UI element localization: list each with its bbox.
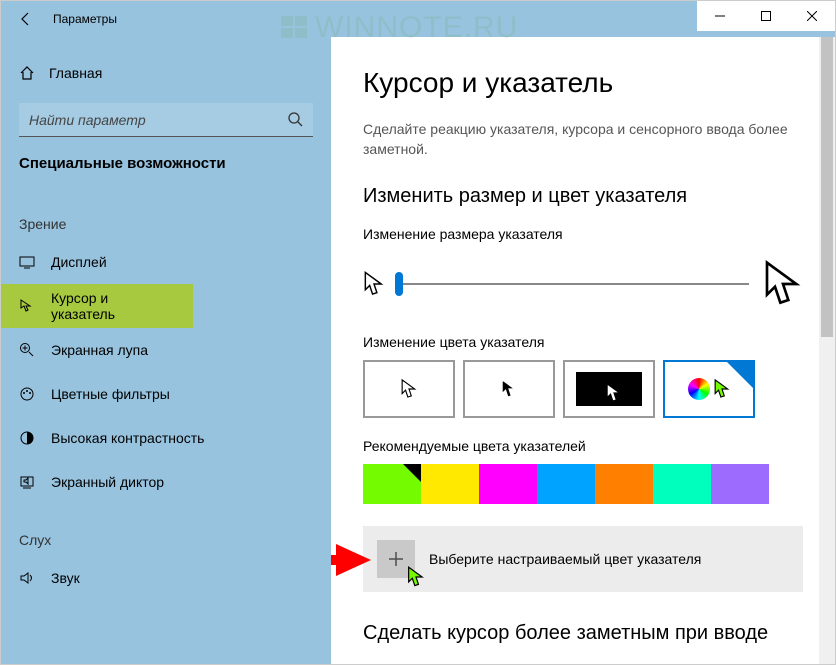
narrator-icon — [19, 474, 35, 490]
page-title: Курсор и указатель — [363, 67, 803, 99]
pointer-size-label: Изменение размера указателя — [363, 226, 803, 242]
pointer-size-slider[interactable] — [395, 283, 749, 285]
pointer-color-invert[interactable] — [563, 360, 655, 418]
back-button[interactable] — [1, 1, 51, 37]
pointer-black-icon — [501, 378, 517, 400]
sidebar-item-magnifier[interactable]: Экранная лупа — [1, 328, 331, 372]
sidebar-item-label: Звук — [51, 570, 80, 586]
page-description: Сделайте реакцию указателя, курсора и се… — [363, 119, 803, 159]
sidebar-item-high-contrast[interactable]: Высокая контрастность — [1, 416, 331, 460]
sidebar-item-label: Дисплей — [51, 254, 107, 270]
pointer-small-icon — [363, 271, 385, 297]
arrow-left-icon — [18, 11, 34, 27]
slider-thumb[interactable] — [395, 272, 403, 296]
pointer-invert-icon — [606, 382, 622, 404]
annotation-cursor-icon — [407, 566, 425, 588]
main-panel: Курсор и указатель Сделайте реакцию указ… — [331, 37, 835, 664]
home-button[interactable]: Главная — [1, 53, 331, 93]
display-icon — [19, 254, 35, 270]
color-swatch[interactable] — [537, 464, 595, 504]
section-size-color-heading: Изменить размер и цвет указателя — [363, 185, 803, 208]
sidebar: Главная Специальные возможности Зрение Д… — [1, 37, 331, 664]
color-swatch[interactable] — [595, 464, 653, 504]
pointer-large-icon — [763, 260, 803, 308]
section-vision-label: Зрение — [1, 188, 331, 240]
sidebar-item-label: Курсор и указатель — [51, 290, 175, 322]
sidebar-item-label: Цветные фильтры — [51, 386, 170, 402]
sidebar-item-label: Экранная лупа — [51, 342, 148, 358]
annotation-arrow — [331, 540, 371, 580]
window-controls — [697, 1, 835, 31]
color-swatch[interactable] — [421, 464, 479, 504]
section-cursor-heading: Сделать курсор более заметным при вводе — [363, 622, 803, 645]
sidebar-item-cursor[interactable]: Курсор и указатель — [1, 284, 193, 328]
category-title: Специальные возможности — [1, 155, 331, 188]
pointer-white-icon — [401, 378, 417, 400]
scrollbar-thumb[interactable] — [821, 37, 833, 337]
custom-color-label: Выберите настраиваемый цвет указателя — [429, 551, 701, 567]
sidebar-item-display[interactable]: Дисплей — [1, 240, 331, 284]
check-icon — [739, 363, 751, 375]
magnifier-icon — [19, 342, 35, 358]
pointer-green-icon — [714, 378, 730, 400]
check-icon — [410, 465, 420, 475]
sidebar-item-audio[interactable]: Звук — [1, 556, 331, 600]
recommended-colors — [363, 464, 771, 504]
close-button[interactable] — [789, 1, 835, 31]
maximize-button[interactable] — [743, 1, 789, 31]
minimize-button[interactable] — [697, 1, 743, 31]
window-title: Параметры — [53, 12, 117, 26]
home-icon — [19, 65, 35, 81]
pointer-color-label: Изменение цвета указателя — [363, 334, 803, 350]
sidebar-item-color-filters[interactable]: Цветные фильтры — [1, 372, 331, 416]
pointer-color-custom[interactable] — [663, 360, 755, 418]
scrollbar[interactable] — [819, 37, 835, 664]
sidebar-item-narrator[interactable]: Экранный диктор — [1, 460, 331, 504]
home-label: Главная — [49, 65, 102, 81]
color-wheel-icon — [688, 378, 710, 400]
color-swatch[interactable] — [711, 464, 769, 504]
speaker-icon — [19, 570, 35, 586]
titlebar: Параметры — [1, 1, 835, 37]
pointer-color-white[interactable] — [363, 360, 455, 418]
pointer-color-black[interactable] — [463, 360, 555, 418]
search-icon — [287, 111, 303, 127]
color-swatch[interactable] — [653, 464, 711, 504]
search-input[interactable] — [19, 103, 313, 137]
sidebar-item-label: Высокая контрастность — [51, 430, 204, 446]
section-hearing-label: Слух — [1, 504, 331, 556]
cursor-hand-icon — [19, 298, 35, 314]
color-swatch[interactable] — [363, 464, 421, 504]
recommended-colors-label: Рекомендуемые цвета указателей — [363, 438, 803, 454]
search-wrap — [19, 103, 313, 137]
pointer-color-options — [363, 360, 803, 418]
contrast-icon — [19, 430, 35, 446]
plus-icon — [387, 550, 405, 568]
color-swatch[interactable] — [479, 464, 537, 504]
pointer-size-slider-row — [363, 260, 803, 308]
sidebar-item-label: Экранный диктор — [51, 474, 164, 490]
palette-icon — [19, 386, 35, 402]
custom-color-row[interactable]: Выберите настраиваемый цвет указателя — [363, 526, 803, 592]
